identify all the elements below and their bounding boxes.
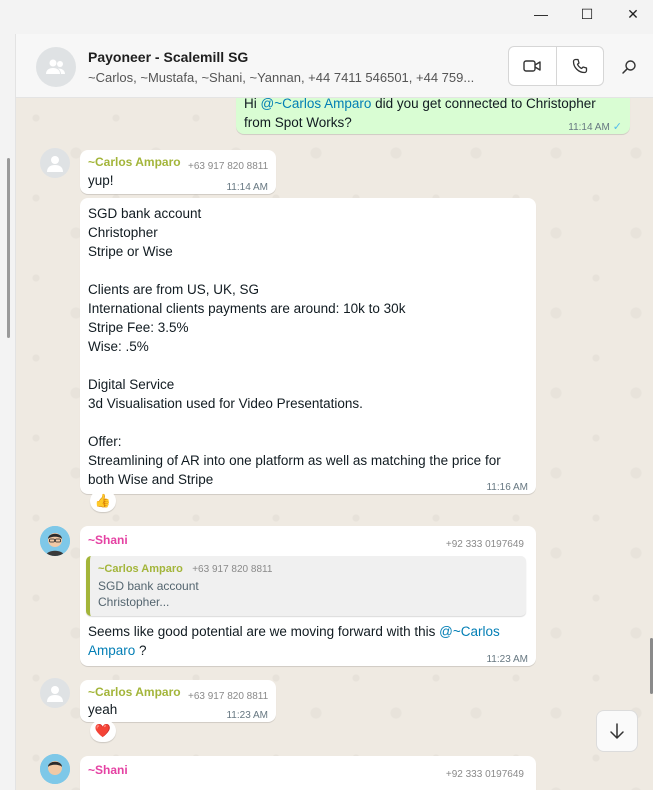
message-text: Hi @~Carlos Amparo did you get connected… [244, 98, 596, 113]
message-line: International clients payments are aroun… [88, 301, 406, 316]
message-line: Wise: .5% [88, 339, 149, 354]
message-time: 11:16 AM [486, 482, 528, 493]
message-time-text: 11:14 AM [568, 122, 610, 133]
message-line [88, 413, 501, 432]
video-icon [523, 60, 541, 72]
sender-name[interactable]: ~Carlos Amparo [88, 685, 181, 700]
mention-link[interactable]: @~Carlos Amparo [261, 98, 372, 111]
left-sidebar-strip [0, 34, 16, 790]
minimize-button[interactable]: — [518, 0, 564, 28]
message-line: Stripe or Wise [88, 244, 173, 259]
incoming-message[interactable]: ~Carlos Amparo +63 917 820 8811 yeah 11:… [80, 680, 276, 722]
avatar[interactable] [40, 754, 70, 784]
message-line: Streamlining of AR into one platform as … [88, 453, 501, 468]
quoted-line2: Christopher... [98, 595, 170, 609]
chat-messages-area[interactable]: Hi @~Carlos Amparo did you get connected… [16, 98, 653, 790]
arrow-down-icon [610, 723, 624, 739]
message-line [88, 356, 501, 375]
message-text-part: Seems like good potential are we moving … [88, 624, 440, 639]
sender-name[interactable]: ~Shani [88, 763, 128, 778]
chat-header: Payoneer - Scalemill SG ~Carlos, ~Mustaf… [16, 34, 653, 98]
shani-avatar-icon [40, 754, 70, 784]
message-line: Clients are from US, UK, SG [88, 282, 260, 297]
message-line: Stripe Fee: 3.5% [88, 320, 189, 335]
incoming-message[interactable]: ~Shani +92 333 0197649 [80, 756, 536, 790]
message-line: SGD bank account [88, 206, 202, 221]
message-text-line2: from Spot Works? [244, 115, 352, 130]
mention-link-cont[interactable]: Amparo [88, 643, 135, 658]
message-line: Christopher [88, 225, 158, 240]
message-line: Digital Service [88, 377, 175, 392]
outgoing-message[interactable]: Hi @~Carlos Amparo did you get connected… [236, 98, 630, 134]
message-time: 11:14 AM ✓ [568, 118, 622, 137]
chat-members[interactable]: ~Carlos, ~Mustafa, ~Shani, ~Yannan, +44 … [88, 70, 500, 85]
sender-name[interactable]: ~Carlos Amparo [88, 155, 181, 170]
incoming-message[interactable]: SGD bank account Christopher Stripe or Wis… [80, 198, 536, 494]
heart-reaction[interactable]: ❤️ [90, 720, 116, 742]
sidebar-scrollbar[interactable] [7, 158, 10, 338]
quoted-message[interactable]: ~Carlos Amparo +63 917 820 8811 SGD bank… [86, 556, 526, 616]
quoted-header: ~Carlos Amparo +63 917 820 8811 [98, 560, 518, 578]
search-button[interactable] [616, 54, 642, 80]
close-button[interactable]: ✕ [610, 0, 653, 28]
message-text: yup! [88, 173, 114, 188]
title-bar: — ☐ ✕ [0, 0, 653, 34]
avatar[interactable] [40, 148, 70, 178]
shani-avatar-icon [40, 526, 70, 556]
message-line: Offer: [88, 434, 122, 449]
message-text-prefix: Hi [244, 98, 261, 111]
message-line [88, 261, 501, 280]
quoted-sender: ~Carlos Amparo [98, 563, 183, 575]
message-text-rest: did you get connected to Christopher [371, 98, 596, 111]
chat-title[interactable]: Payoneer - Scalemill SG [88, 49, 248, 65]
message-text: yeah [88, 702, 118, 717]
scroll-to-bottom-button[interactable] [596, 710, 638, 752]
message-time: 11:14 AM [226, 182, 268, 193]
video-call-button[interactable] [509, 47, 556, 85]
quoted-line1: SGD bank account [98, 579, 199, 593]
message-time: 11:23 AM [486, 654, 528, 665]
search-icon [622, 60, 636, 74]
sender-phone: +92 333 0197649 [445, 769, 524, 780]
quoted-phone: +63 917 820 8811 [192, 564, 273, 575]
avatar[interactable] [40, 678, 70, 708]
avatar[interactable] [40, 526, 70, 556]
sender-phone: +63 917 820 8811 [188, 161, 269, 172]
incoming-message[interactable]: ~Carlos Amparo +63 917 820 8811 yup! 11:… [80, 150, 276, 194]
message-text: Seems like good potential are we moving … [88, 622, 528, 660]
maximize-button[interactable]: ☐ [564, 0, 610, 28]
call-buttons [508, 46, 604, 86]
sender-name[interactable]: ~Shani [88, 533, 128, 548]
mention-link[interactable]: @~Carlos [439, 624, 500, 639]
message-line: both Wise and Stripe [88, 472, 214, 487]
group-avatar-icon[interactable] [36, 47, 76, 87]
message-time: 11:23 AM [226, 710, 268, 721]
default-avatar-icon [47, 156, 63, 172]
incoming-message[interactable]: ~Shani +92 333 0197649 ~Carlos Amparo +6… [80, 526, 536, 666]
read-check-icon: ✓ [612, 121, 622, 133]
sender-phone: +92 333 0197649 [445, 539, 524, 550]
message-text: SGD bank account Christopher Stripe or Wis… [88, 204, 501, 489]
default-avatar-icon [47, 686, 63, 702]
thumbs-up-reaction[interactable]: 👍 [90, 490, 116, 512]
sender-phone: +63 917 820 8811 [188, 691, 269, 702]
voice-call-button[interactable] [555, 47, 604, 85]
message-line: 3d Visualisation used for Video Presenta… [88, 396, 363, 411]
phone-icon [572, 58, 587, 74]
message-text-end: ? [135, 643, 147, 658]
